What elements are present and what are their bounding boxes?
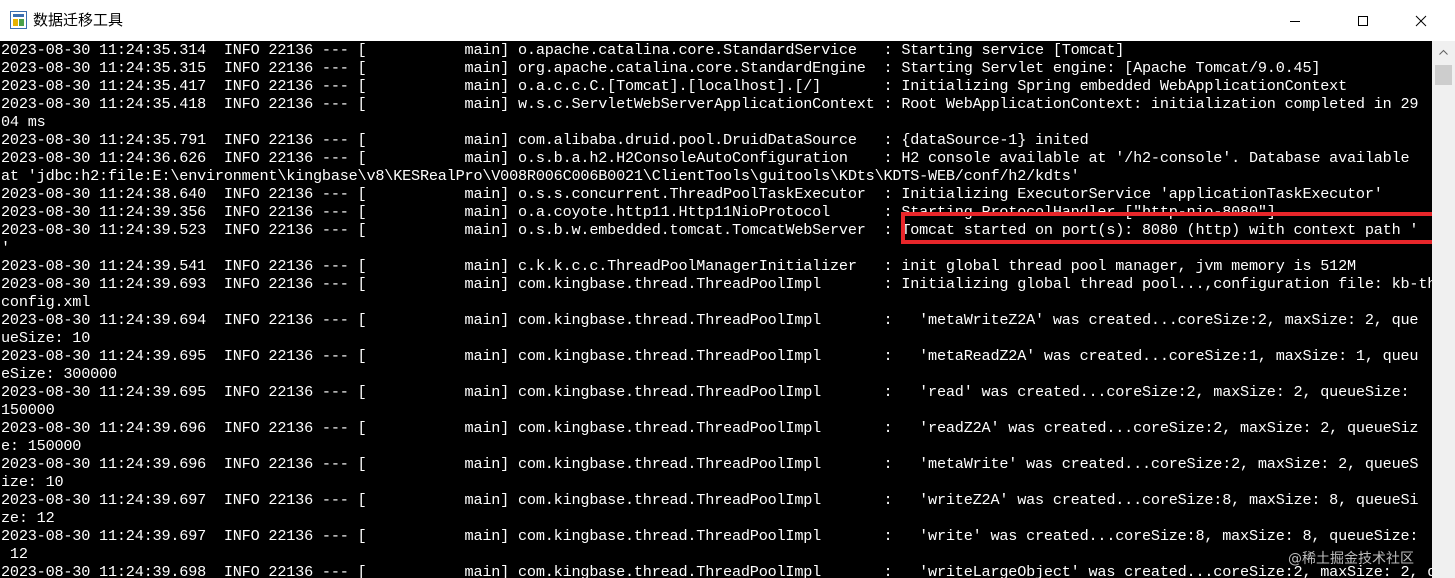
log-line: 2023-08-30 11:24:39.695 INFO 22136 --- [… — [1, 383, 1410, 401]
log-line: 2023-08-30 11:24:38.640 INFO 22136 --- [… — [1, 185, 1383, 203]
app-icon — [10, 11, 27, 29]
scroll-up-button[interactable] — [1432, 41, 1455, 63]
chevron-up-icon — [1439, 49, 1448, 55]
minimize-button[interactable] — [1272, 0, 1318, 41]
log-line: at 'jdbc:h2:file:E:\environment\kingbase… — [1, 167, 1080, 185]
log-line: ize: 10 — [1, 473, 64, 491]
log-line: 2023-08-30 11:24:35.315 INFO 22136 --- [… — [1, 59, 1321, 77]
close-button[interactable] — [1398, 0, 1444, 41]
minimize-icon — [1290, 20, 1300, 22]
log-line: 2023-08-30 11:24:35.418 INFO 22136 --- [… — [1, 95, 1419, 113]
log-line: ze: 12 — [1, 509, 55, 527]
log-lines: 2023-08-30 11:24:35.314 INFO 22136 --- [… — [1, 41, 1432, 578]
close-icon — [1415, 15, 1427, 26]
log-line: 2023-08-30 11:24:35.417 INFO 22136 --- [… — [1, 77, 1348, 95]
log-line: 04 ms — [1, 113, 46, 131]
log-line: eSize: 300000 — [1, 365, 117, 383]
log-line: config.xml — [1, 293, 91, 311]
log-line: 150000 — [1, 401, 55, 419]
highlight-box — [901, 212, 1432, 244]
log-line: 2023-08-30 11:24:39.697 INFO 22136 --- [… — [1, 491, 1419, 509]
log-line: 2023-08-30 11:24:39.698 INFO 22136 --- [… — [1, 563, 1432, 578]
log-line: 2023-08-30 11:24:39.694 INFO 22136 --- [… — [1, 311, 1419, 329]
log-line: 2023-08-30 11:24:39.697 INFO 22136 --- [… — [1, 527, 1419, 545]
watermark: @稀土掘金技术社区 — [1288, 551, 1414, 567]
log-line: 2023-08-30 11:24:36.626 INFO 22136 --- [… — [1, 149, 1410, 167]
scroll-thumb[interactable] — [1435, 65, 1452, 85]
log-line: e: 150000 — [1, 437, 82, 455]
console-output[interactable]: 2023-08-30 11:24:35.314 INFO 22136 --- [… — [0, 41, 1432, 578]
vertical-scrollbar[interactable] — [1432, 41, 1455, 578]
log-line: 2023-08-30 11:24:35.791 INFO 22136 --- [… — [1, 131, 1089, 149]
title-bar[interactable]: 数据迁移工具 — [0, 0, 1455, 41]
log-line: 2023-08-30 11:24:35.314 INFO 22136 --- [… — [1, 41, 1125, 59]
window-title: 数据迁移工具 — [33, 11, 124, 29]
maximize-icon — [1358, 15, 1368, 26]
log-line: ueSize: 10 — [1, 329, 91, 347]
log-line: 2023-08-30 11:24:39.695 INFO 22136 --- [… — [1, 347, 1419, 365]
log-line: 2023-08-30 11:24:39.693 INFO 22136 --- [… — [1, 275, 1432, 293]
log-line: 2023-08-30 11:24:39.696 INFO 22136 --- [… — [1, 455, 1419, 473]
log-line: 2023-08-30 11:24:39.541 INFO 22136 --- [… — [1, 257, 1356, 275]
log-line: 12 — [1, 545, 28, 563]
log-line: 2023-08-30 11:24:39.696 INFO 22136 --- [… — [1, 419, 1419, 437]
maximize-button[interactable] — [1340, 0, 1386, 41]
